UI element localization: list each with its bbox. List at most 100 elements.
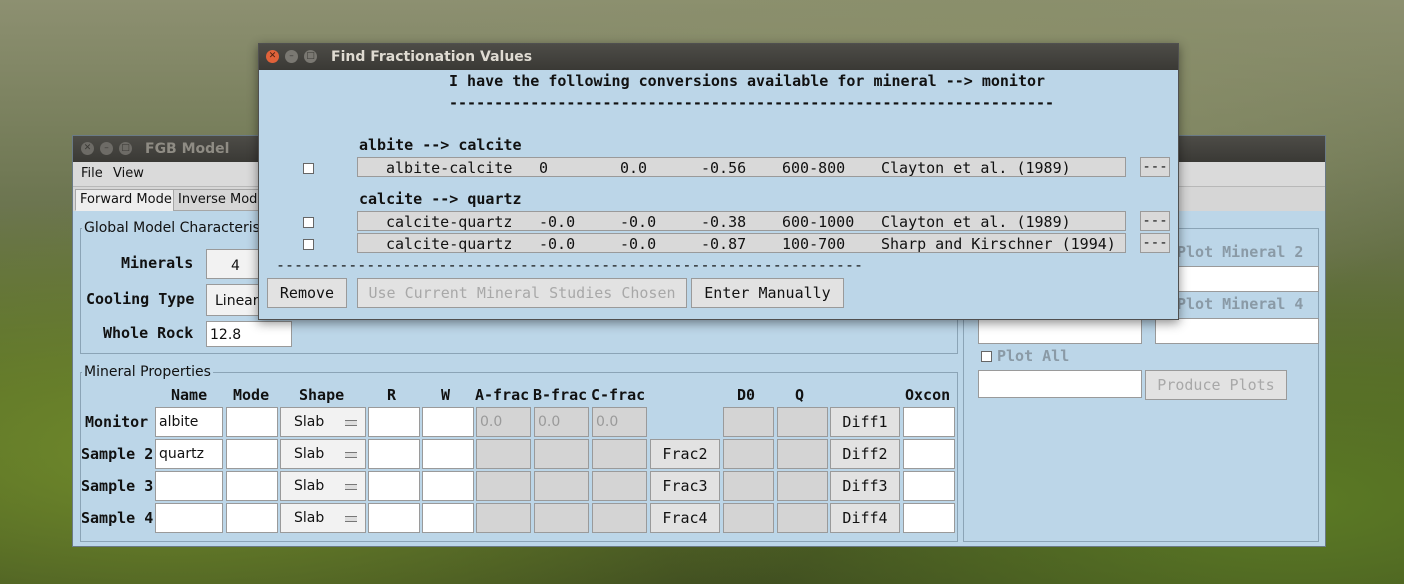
d0-sample-2: [723, 439, 774, 469]
a-value: -0.0: [539, 213, 576, 231]
shape-select-sample-2[interactable]: Slab: [280, 439, 366, 469]
select-checkbox[interactable]: [303, 163, 314, 174]
mineral-properties-label: Mineral Properties: [82, 364, 213, 380]
shape-select-sample-3[interactable]: Slab: [280, 471, 366, 501]
col-shape: Shape: [299, 386, 345, 404]
details-button[interactable]: ---: [1140, 211, 1170, 231]
pair: albite-calcite: [386, 159, 513, 177]
minimize-icon[interactable]: –: [100, 142, 113, 155]
maximize-icon[interactable]: □: [119, 142, 132, 155]
w-input-sample-4[interactable]: [422, 503, 474, 533]
enter-manually-button[interactable]: Enter Manually: [691, 278, 844, 308]
remove-button[interactable]: Remove: [267, 278, 347, 308]
col-q: Q: [795, 386, 805, 404]
b-frac-sample-3: [534, 471, 589, 501]
name-input-monitor[interactable]: albite: [155, 407, 223, 437]
c-frac-monitor: 0.0: [592, 407, 647, 437]
col-w: W: [441, 386, 451, 404]
col-oxcon: Oxcon: [905, 386, 951, 404]
range: 600-800: [782, 159, 846, 177]
minerals-spinbox[interactable]: 4: [206, 249, 266, 279]
mode-input-sample-4[interactable]: [226, 503, 278, 533]
diff2-button[interactable]: Diff2: [830, 439, 900, 469]
row-label-sample-3: Sample 3: [81, 477, 154, 495]
plot-mineral-3-input[interactable]: [978, 318, 1142, 344]
frac4-button[interactable]: Frac4: [650, 503, 720, 533]
details-button[interactable]: ---: [1140, 157, 1170, 177]
plot-mineral-2-label: Plot Mineral 2: [1177, 243, 1304, 261]
diff3-button[interactable]: Diff3: [830, 471, 900, 501]
plot-all-checkbox[interactable]: [981, 351, 992, 362]
row-label-sample-2: Sample 2: [81, 445, 154, 463]
use-current-mineral-studies-button[interactable]: Use Current Mineral Studies Chosen: [357, 278, 687, 308]
frac2-button[interactable]: Frac2: [650, 439, 720, 469]
mode-input-monitor[interactable]: [226, 407, 278, 437]
frac3-button[interactable]: Frac3: [650, 471, 720, 501]
diff4-button[interactable]: Diff4: [830, 503, 900, 533]
mode-input-sample-3[interactable]: [226, 471, 278, 501]
r-input-sample-3[interactable]: [368, 471, 420, 501]
close-icon[interactable]: ✕: [81, 142, 94, 155]
col-d0: D0: [737, 386, 756, 404]
close-icon[interactable]: ✕: [266, 50, 279, 63]
c-value: -0.87: [701, 235, 747, 253]
a-value: -0.0: [539, 235, 576, 253]
col-c-frac: C-frac: [591, 386, 646, 404]
c-frac-sample-4: [592, 503, 647, 533]
mode-input-sample-2[interactable]: [226, 439, 278, 469]
name-input-sample-4[interactable]: [155, 503, 223, 533]
oxcon-input-sample-4[interactable]: [903, 503, 955, 533]
col-b-frac: B-frac: [533, 386, 588, 404]
dialog-separator: ----------------------------------------…: [276, 256, 863, 274]
shape-value: Slab: [294, 414, 325, 430]
minimize-icon[interactable]: –: [285, 50, 298, 63]
dropdown-icon: [345, 484, 357, 490]
produce-plots-button[interactable]: Produce Plots: [1145, 370, 1287, 400]
name-input-sample-2[interactable]: quartz: [155, 439, 223, 469]
b-frac-sample-2: [534, 439, 589, 469]
plot-mineral-2-input[interactable]: [1155, 266, 1319, 292]
oxcon-input-sample-2[interactable]: [903, 439, 955, 469]
r-input-sample-2[interactable]: [368, 439, 420, 469]
diff1-button[interactable]: Diff1: [830, 407, 900, 437]
oxcon-input-monitor[interactable]: [903, 407, 955, 437]
r-input-sample-4[interactable]: [368, 503, 420, 533]
oxcon-input-sample-3[interactable]: [903, 471, 955, 501]
dialog-heading: I have the following conversions availab…: [449, 72, 1046, 90]
reference: Sharp and Kirschner (1994): [881, 235, 1116, 253]
menu-view[interactable]: View: [113, 166, 144, 181]
dialog-titlebar[interactable]: ✕ – □ Find Fractionation Values: [259, 44, 1178, 70]
plot-mineral-4-input[interactable]: [1155, 318, 1319, 344]
shape-select-monitor[interactable]: Slab: [280, 407, 366, 437]
tab-forward-model[interactable]: Forward Model: [75, 189, 181, 211]
pair: calcite-quartz: [386, 213, 513, 231]
name-input-sample-3[interactable]: [155, 471, 223, 501]
w-input-sample-3[interactable]: [422, 471, 474, 501]
menu-file[interactable]: File: [81, 166, 103, 181]
maximize-icon[interactable]: □: [304, 50, 317, 63]
details-button[interactable]: ---: [1140, 233, 1170, 253]
b-value: -0.0: [620, 235, 657, 253]
r-input-monitor[interactable]: [368, 407, 420, 437]
whole-rock-input[interactable]: 12.8: [206, 321, 292, 347]
d0-sample-3: [723, 471, 774, 501]
minerals-label: Minerals: [121, 254, 194, 272]
col-r: R: [387, 386, 397, 404]
c-value: -0.38: [701, 213, 747, 231]
select-checkbox[interactable]: [303, 239, 314, 250]
main-window-title: FGB Model: [145, 141, 230, 157]
pair: calcite-quartz: [386, 235, 513, 253]
shape-select-sample-4[interactable]: Slab: [280, 503, 366, 533]
cooling-type-select[interactable]: Linear: [206, 284, 266, 316]
w-input-sample-2[interactable]: [422, 439, 474, 469]
dialog-heading-underline: ----------------------------------------…: [449, 94, 1055, 112]
w-input-monitor[interactable]: [422, 407, 474, 437]
dropdown-icon: [345, 516, 357, 522]
plot-output-input[interactable]: [978, 370, 1142, 398]
cooling-type-label: Cooling Type: [86, 290, 195, 308]
shape-value: Slab: [294, 446, 325, 462]
range: 100-700: [782, 235, 846, 253]
col-mode: Mode: [233, 386, 270, 404]
select-checkbox[interactable]: [303, 217, 314, 228]
conversion-row: calcite-quartz -0.0 -0.0 -0.38 600-1000 …: [357, 211, 1126, 231]
